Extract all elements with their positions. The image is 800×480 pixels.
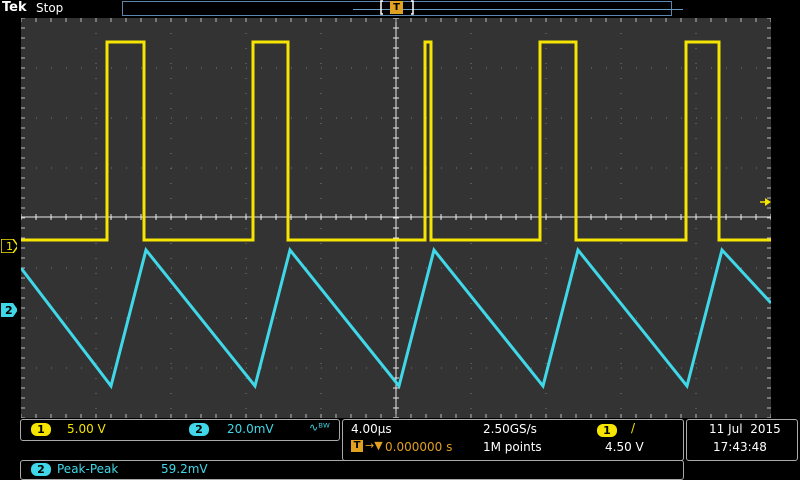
date-display: 11 Jul 2015	[709, 422, 781, 436]
brand-logo: Tek	[2, 0, 27, 15]
ch2-scale: 20.0mV	[227, 422, 274, 436]
timebase-trigger-panel[interactable]: 4.00µs 2.50GS/s T →▼ 0.000000 s 1M point…	[342, 419, 684, 461]
graticule-grid	[21, 18, 771, 418]
trigger-level: 4.50 V	[605, 440, 644, 454]
ch1-ground-marker[interactable]: 1	[1, 239, 17, 253]
ch2-badge[interactable]: 2	[189, 423, 209, 436]
horizontal-delay: 0.000000 s	[385, 440, 453, 454]
datetime-panel: 11 Jul 2015 17:43:48	[686, 419, 798, 461]
sample-rate: 2.50GS/s	[483, 422, 537, 436]
status-bar: Tek Stop T	[0, 0, 800, 18]
trigger-position-record-icon: T	[390, 1, 403, 14]
channel-scale-panel[interactable]: 1 5.00 V 2 20.0mV ∿ᴮᵂ	[20, 419, 340, 441]
bandwidth-limit-icon: ∿ᴮᵂ	[309, 421, 330, 434]
ch2-marker-label: 2	[5, 304, 13, 317]
measurement-channel-badge: 2	[31, 463, 51, 476]
trigger-source-badge[interactable]: 1	[597, 424, 617, 437]
ch1-marker-label: 1	[6, 240, 13, 253]
ch1-badge[interactable]: 1	[31, 423, 51, 436]
delay-trigger-icon: T	[351, 440, 363, 452]
ch2-ground-marker[interactable]: 2	[1, 303, 17, 317]
measurement-panel[interactable]: 2 Peak-Peak 59.2mV	[20, 460, 684, 480]
time-display: 17:43:48	[713, 440, 767, 454]
measurement-value: 59.2mV	[161, 462, 208, 476]
horizontal-scale: 4.00µs	[351, 422, 392, 436]
delay-arrow-icon: →▼	[365, 439, 383, 452]
measurement-type: Peak-Peak	[57, 462, 119, 476]
acquisition-state[interactable]: Stop	[36, 1, 63, 15]
waveform-area	[21, 18, 771, 418]
graticule-display[interactable]	[21, 18, 771, 418]
record-length: 1M points	[483, 440, 542, 454]
trigger-level-icon[interactable]	[760, 196, 772, 208]
trigger-slope-icon: /	[631, 421, 636, 435]
ch1-scale: 5.00 V	[67, 422, 106, 436]
